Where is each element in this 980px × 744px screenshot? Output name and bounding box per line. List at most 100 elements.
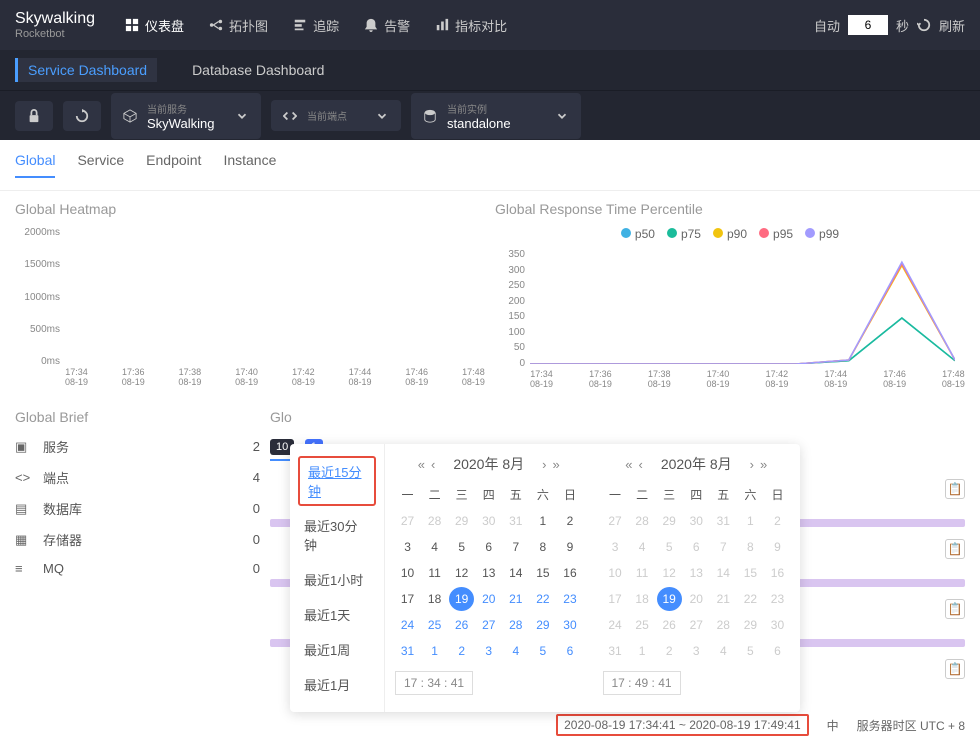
dp-shortcut-1h[interactable]: 最近1小时 bbox=[290, 562, 384, 597]
charts-row: Global Heatmap 2000ms1500ms1000ms500ms0m… bbox=[0, 191, 980, 399]
service-selector[interactable]: 当前服务 SkyWalking bbox=[111, 93, 261, 139]
nav-trace[interactable]: 追踪 bbox=[293, 16, 339, 35]
percentile-y-axis: 350300250200150100500 bbox=[495, 249, 530, 369]
heatmap-x-axis: 17:3408-1917:3608-1917:3808-1917:4008-19… bbox=[65, 367, 485, 387]
brief-title: Global Brief bbox=[15, 409, 260, 425]
brief-panel: Global Brief ▣服务2<>端点4▤数据库0▦存储器0≡MQ0 bbox=[15, 409, 260, 687]
dp-time-right[interactable]: 17 : 49 : 41 bbox=[603, 671, 681, 695]
clipboard-icon[interactable]: 📋 bbox=[945, 599, 965, 619]
service-value: SkyWalking bbox=[147, 116, 214, 131]
brief-item: ▣服务2 bbox=[15, 437, 260, 456]
endpoint-selector[interactable]: 当前端点 bbox=[271, 100, 401, 131]
nav-alarm-label: 告警 bbox=[384, 16, 410, 35]
instance-label: 当前实例 bbox=[447, 101, 511, 116]
next-year-icon[interactable]: » bbox=[553, 457, 560, 472]
tab-service[interactable]: Service bbox=[77, 152, 124, 178]
prev-month-icon[interactable]: ‹ bbox=[638, 457, 642, 472]
brief-label: 端点 bbox=[43, 468, 241, 487]
tabs: Global Service Endpoint Instance bbox=[0, 140, 980, 191]
tab-instance[interactable]: Instance bbox=[223, 152, 276, 178]
nav-topology[interactable]: 拓扑图 bbox=[209, 16, 268, 35]
disk-icon bbox=[423, 109, 437, 123]
heatmap-title: Global Heatmap bbox=[15, 201, 485, 217]
brief-list: ▣服务2<>端点4▤数据库0▦存储器0≡MQ0 bbox=[15, 437, 260, 576]
prev-year-icon[interactable]: « bbox=[625, 457, 632, 472]
seconds-label: 秒 bbox=[896, 16, 909, 35]
lock-icon bbox=[27, 109, 41, 123]
brief-value: 4 bbox=[253, 470, 260, 485]
selector-row: 当前服务 SkyWalking 当前端点 当前实例 standalone bbox=[0, 90, 980, 140]
tab-global[interactable]: Global bbox=[15, 152, 55, 178]
dp-grid-left: 一二三四五六日272829303112345678910111213141516… bbox=[395, 482, 583, 663]
top-right: 自动 秒 刷新 bbox=[814, 15, 965, 35]
brief-icon: ≡ bbox=[15, 561, 31, 576]
logo: Skywalking Rocketbot bbox=[15, 10, 95, 40]
dp-grid-right: 一二三四五六日272829303112345678910111213141516… bbox=[603, 482, 791, 663]
instance-value: standalone bbox=[447, 116, 511, 131]
clipboard-icon[interactable]: 📋 bbox=[945, 659, 965, 679]
footer: 2020-08-19 17:34:41 ~ 2020-08-19 17:49:4… bbox=[15, 714, 965, 736]
sub-database-dashboard[interactable]: Database Dashboard bbox=[182, 58, 334, 82]
percentile-title: Global Response Time Percentile bbox=[495, 201, 965, 217]
brief-value: 2 bbox=[253, 439, 260, 454]
slow-title: Glo bbox=[270, 409, 965, 425]
reload-button[interactable] bbox=[63, 101, 101, 131]
dp-shortcut-30m[interactable]: 最近30分钟 bbox=[290, 508, 384, 562]
clipboard-icon[interactable]: 📋 bbox=[945, 479, 965, 499]
main-nav: 仪表盘 拓扑图 追踪 告警 指标对比 bbox=[125, 16, 814, 35]
brief-item: ▤ 数据库 0 bbox=[15, 499, 260, 518]
refresh-label[interactable]: 刷新 bbox=[939, 16, 965, 35]
brief-icon: <> bbox=[15, 470, 31, 485]
dp-time-left[interactable]: 17 : 34 : 41 bbox=[395, 671, 473, 695]
brief-item: <> 端点 4 bbox=[15, 468, 260, 487]
auto-interval-input[interactable] bbox=[848, 15, 888, 35]
clipboard-icon[interactable]: 📋 bbox=[945, 539, 965, 559]
refresh-icon[interactable] bbox=[917, 18, 931, 32]
brief-icon: ▦ bbox=[15, 532, 31, 548]
nav-dashboard[interactable]: 仪表盘 bbox=[125, 16, 184, 35]
nav-dashboard-label: 仪表盘 bbox=[145, 16, 184, 35]
prev-year-icon[interactable]: « bbox=[418, 457, 425, 472]
chevron-down-icon bbox=[235, 109, 249, 123]
nav-trace-label: 追踪 bbox=[313, 16, 339, 35]
percentile-x-axis: 17:3408-1917:3608-1917:3808-1917:4008-19… bbox=[530, 369, 965, 389]
dashboard-icon bbox=[125, 18, 139, 32]
package-icon bbox=[123, 109, 137, 123]
brief-icon: ▤ bbox=[15, 501, 31, 517]
next-year-icon[interactable]: » bbox=[760, 457, 767, 472]
brief-value: 0 bbox=[253, 561, 260, 576]
timezone-label: 服务器时区 UTC + 8 bbox=[857, 717, 965, 734]
dp-shortcut-1w[interactable]: 最近1周 bbox=[290, 632, 384, 667]
dp-shortcut-15m[interactable]: 最近15分钟 bbox=[308, 465, 361, 499]
nav-compare[interactable]: 指标对比 bbox=[435, 16, 507, 35]
instance-selector[interactable]: 当前实例 standalone bbox=[411, 93, 581, 139]
brief-label: MQ bbox=[43, 561, 241, 576]
datepicker: 最近15分钟 最近30分钟 最近1小时 最近1天 最近1周 最近1月 « ‹ 2… bbox=[290, 444, 800, 712]
brief-label: 服务 bbox=[43, 437, 241, 456]
compare-icon bbox=[435, 18, 449, 32]
tab-endpoint[interactable]: Endpoint bbox=[146, 152, 201, 178]
dp-shortcut-1d[interactable]: 最近1天 bbox=[290, 597, 384, 632]
brief-label: 数据库 bbox=[43, 499, 241, 518]
brief-label: 存储器 bbox=[43, 530, 241, 549]
percentile-panel: Global Response Time Percentile p50 p75 … bbox=[495, 201, 965, 389]
brief-value: 0 bbox=[253, 501, 260, 516]
next-month-icon[interactable]: › bbox=[542, 457, 546, 472]
endpoint-label: 当前端点 bbox=[307, 108, 347, 123]
time-range-display[interactable]: 2020-08-19 17:34:41 ~ 2020-08-19 17:49:4… bbox=[556, 714, 809, 736]
chevron-down-icon bbox=[555, 109, 569, 123]
prev-month-icon[interactable]: ‹ bbox=[431, 457, 435, 472]
code-icon bbox=[283, 109, 297, 123]
brief-value: 0 bbox=[253, 532, 260, 547]
percentile-legend: p50 p75 p90 p95 p99 bbox=[495, 227, 965, 241]
lock-button[interactable] bbox=[15, 101, 53, 131]
sub-service-dashboard[interactable]: Service Dashboard bbox=[15, 58, 157, 82]
nav-alarm[interactable]: 告警 bbox=[364, 16, 410, 35]
dp-month-left: 2020年 8月 bbox=[453, 454, 524, 474]
next-month-icon[interactable]: › bbox=[750, 457, 754, 472]
lang-toggle[interactable]: 中 bbox=[827, 717, 839, 734]
dp-shortcut-1mo[interactable]: 最近1月 bbox=[290, 667, 384, 702]
brief-item: ▦ 存储器 0 bbox=[15, 530, 260, 549]
auto-label: 自动 bbox=[814, 16, 840, 35]
percentile-plot bbox=[530, 249, 955, 364]
